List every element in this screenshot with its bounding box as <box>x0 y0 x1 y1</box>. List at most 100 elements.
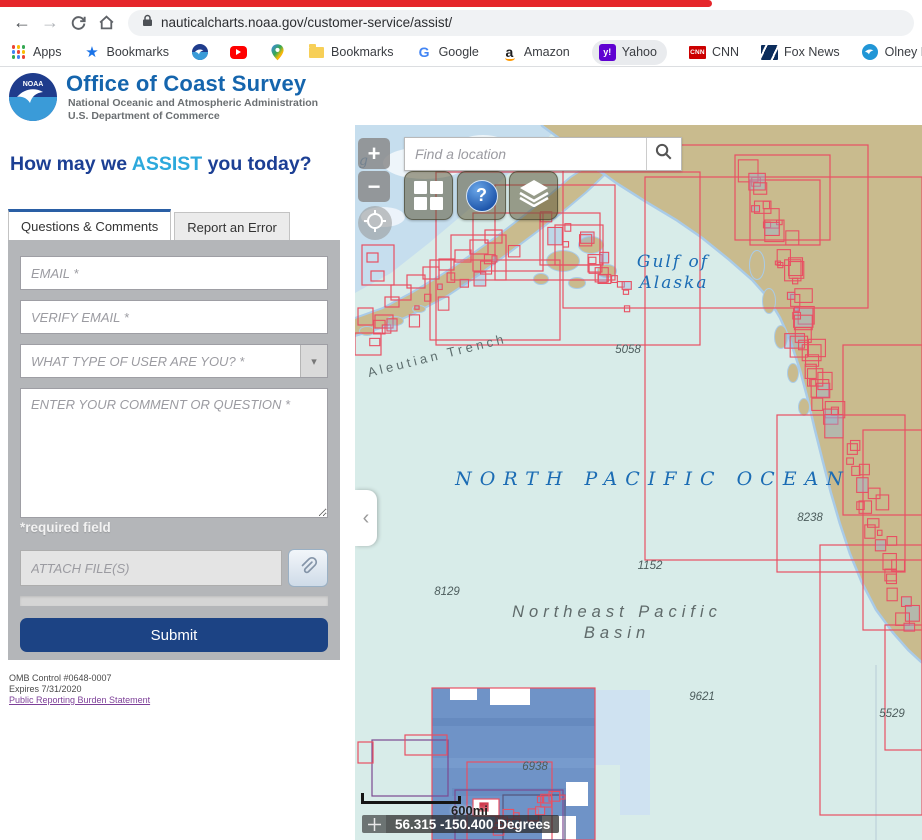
coordinates-readout: 56.315 -150.400 Degrees <box>386 815 559 833</box>
bookmark-label: Olney NWS <box>885 45 922 59</box>
search-button[interactable] <box>646 138 681 170</box>
url-text: nauticalcharts.noaa.gov/customer-service… <box>161 15 452 30</box>
chart-extent-rect[interactable] <box>415 306 419 309</box>
bookmark-amazon[interactable]: aAmazon <box>501 44 570 61</box>
google-g-icon: G <box>416 44 433 61</box>
coordinates-bar: 56.315 -150.400 Degrees <box>362 815 559 833</box>
depth-label: 5058 <box>615 344 641 356</box>
chart-extent-rect[interactable] <box>622 282 631 290</box>
map-graphics: gGulf ofAlaskaAleutian TrenchNORTH PACIF… <box>355 125 922 840</box>
bookmark-noaa[interactable] <box>191 44 208 61</box>
user-type-placeholder: WHAT TYPE OF USER ARE YOU? * <box>21 354 300 369</box>
email-field[interactable] <box>20 256 328 290</box>
url-bar[interactable]: nauticalcharts.noaa.gov/customer-service… <box>128 10 914 36</box>
lock-icon <box>142 14 153 32</box>
chart-grid-tool-button[interactable] <box>404 171 453 220</box>
chart-extent-rect[interactable] <box>598 275 607 283</box>
attach-files-field[interactable] <box>20 550 282 586</box>
reload-icon[interactable] <box>64 10 92 36</box>
chevron-down-icon[interactable]: ▾ <box>300 345 327 377</box>
map-label: NORTH PACIFIC OCEAN <box>454 468 851 490</box>
back-icon[interactable]: ← <box>8 10 36 36</box>
chart-extent-rect[interactable] <box>536 807 545 815</box>
bookmark-google[interactable]: GGoogle <box>416 44 479 61</box>
map-label: Gulf of <box>637 252 710 272</box>
burden-statement-link[interactable]: Public Reporting Burden Statement <box>9 695 150 705</box>
bookmark-youtube[interactable] <box>230 44 247 61</box>
search-input[interactable] <box>405 138 646 170</box>
search-icon <box>655 143 673 166</box>
recording-indicator-bar <box>0 0 712 7</box>
question-mark-icon: ? <box>466 180 498 212</box>
bookmark-label: Bookmarks <box>107 45 170 59</box>
cnn-icon: CNN <box>689 44 706 61</box>
page-title: Office of Coast Survey <box>66 71 306 97</box>
bookmark-olney-nws[interactable]: Olney NWS <box>862 44 922 61</box>
yahoo-icon: y! <box>599 44 616 61</box>
verify-email-field[interactable] <box>20 300 328 334</box>
star-icon: ★ <box>84 44 101 61</box>
home-icon[interactable] <box>92 10 120 36</box>
chart-extent-rect[interactable] <box>752 206 760 212</box>
chart-extent-rect[interactable] <box>875 540 885 551</box>
assist-panel: How may we ASSIST you today? Questions &… <box>0 125 355 840</box>
zoom-out-button[interactable]: − <box>358 171 390 202</box>
chart-extent-rect[interactable] <box>492 256 497 262</box>
panel-collapse-handle[interactable]: ‹ <box>355 490 377 546</box>
bookmark-yahoo[interactable]: y! Yahoo <box>592 40 667 65</box>
chart-extent-rect[interactable] <box>765 222 779 235</box>
bookmark-label: Yahoo <box>622 45 657 59</box>
chart-extent-rect[interactable] <box>794 307 799 311</box>
youtube-icon <box>230 44 247 61</box>
chart-extent-rect[interactable] <box>548 227 563 244</box>
bookmark-label: Bookmarks <box>331 45 394 59</box>
submit-button[interactable]: Submit <box>20 618 328 652</box>
chart-extent-rect[interactable] <box>904 623 915 631</box>
svg-text:NOAA: NOAA <box>23 81 44 88</box>
tab-bar: Questions & Comments Report an Error <box>8 209 293 243</box>
noaa-logo-icon[interactable]: NOAA <box>9 73 57 121</box>
depth-label: 9621 <box>689 691 715 703</box>
bookmark-bookmarks[interactable]: Bookmarks <box>308 44 394 61</box>
assist-heading: How may we ASSIST you today? <box>10 153 312 176</box>
grid-icon <box>414 181 443 210</box>
crosshair-icon <box>362 815 386 833</box>
bookmark-maps-pin[interactable] <box>269 44 286 61</box>
locate-button[interactable] <box>358 206 392 240</box>
map-canvas[interactable]: gGulf ofAlaskaAleutian TrenchNORTH PACIF… <box>355 125 922 840</box>
user-type-select[interactable]: WHAT TYPE OF USER ARE YOU? * ▾ <box>20 344 328 378</box>
chart-extent-rect[interactable] <box>825 415 843 438</box>
header-subtitle-2: U.S. Department of Commerce <box>68 110 220 122</box>
chart-extent-rect[interactable] <box>438 284 443 289</box>
tab-questions-comments[interactable]: Questions & Comments <box>8 209 171 243</box>
chart-extent-rect[interactable] <box>749 173 765 190</box>
maps-pin-icon <box>269 44 286 61</box>
zoom-in-button[interactable]: + <box>358 138 390 169</box>
bookmark-cnn[interactable]: CNNCNN <box>689 44 739 61</box>
layers-tool-button[interactable] <box>509 171 558 220</box>
omb-footer: OMB Control #0648-0007 Expires 7/31/2020… <box>9 673 150 706</box>
help-tool-button[interactable]: ? <box>457 171 506 220</box>
map-label: Northeast Pacific <box>512 603 722 621</box>
map-label: Alaska <box>637 273 708 293</box>
chart-extent-rect[interactable] <box>460 279 468 287</box>
omb-expires: Expires 7/31/2020 <box>9 684 150 695</box>
bookmark-apps[interactable]: Apps <box>10 44 62 61</box>
chart-extent-rect[interactable] <box>600 252 609 263</box>
tab-report-an-error[interactable]: Report an Error <box>174 212 290 243</box>
chart-extent-rect[interactable] <box>857 478 868 493</box>
bookmark-bookmarks[interactable]: ★ Bookmarks <box>84 44 170 61</box>
bookmark-fox-news[interactable]: Fox News <box>761 44 840 61</box>
depth-label: 5529 <box>879 708 905 720</box>
chart-extent-rect[interactable] <box>387 319 397 331</box>
crosshair-ring-icon <box>364 210 386 237</box>
depth-label: 6938 <box>522 761 548 773</box>
header-subtitle-1: National Oceanic and Atmospheric Adminis… <box>68 97 318 109</box>
comment-field[interactable] <box>20 388 328 518</box>
forward-icon[interactable]: → <box>36 10 64 36</box>
map-label: Basin <box>584 624 650 642</box>
chart-extent-rect[interactable] <box>787 292 794 299</box>
bookmark-label: Fox News <box>784 45 840 59</box>
attach-button[interactable] <box>288 549 328 587</box>
contact-form: WHAT TYPE OF USER ARE YOU? * ▾ *required… <box>8 240 340 660</box>
